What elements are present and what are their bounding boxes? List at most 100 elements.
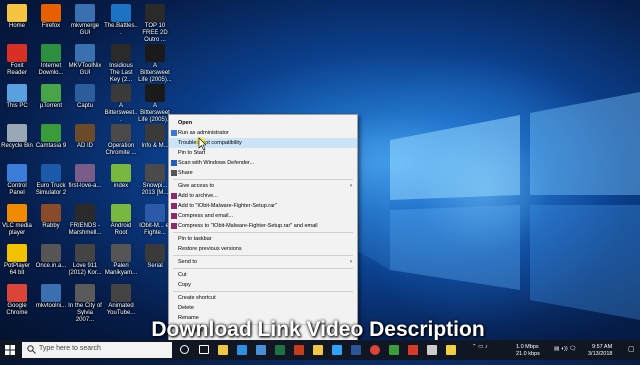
desktop-icon[interactable]: Snowpi... 2013 [M... [138,164,172,197]
folder-icon[interactable] [311,343,325,357]
context-menu-item[interactable]: Compress to "IObit-Malware-Fighter-Setup… [169,221,357,231]
context-menu-item[interactable]: Open [169,118,357,128]
desktop-icon[interactable]: The.Battles... [104,4,138,37]
network-upload-speed: 1.0 Mbps [516,344,539,350]
desktop-icon-label: Paleri Manikyam... [104,263,138,276]
desktop-icon[interactable]: Once.in.a... [34,244,68,270]
context-menu-item-label: Give access to [178,183,215,189]
excel-icon[interactable] [273,343,287,357]
desktop-icon[interactable]: Paleri Manikyam... [104,244,138,277]
desktop-icon[interactable]: µTorrent [34,84,68,110]
desktop-icon-label: Home [8,23,25,29]
desktop-icon[interactable]: Android Root [104,204,138,237]
desktop-icon-label: Captu [76,103,93,109]
task-view-icon[interactable] [197,343,211,357]
context-menu: Open Run as administrator Troubleshoot com… [168,114,358,342]
desktop-shortcut-icon [7,4,27,22]
word-icon[interactable] [349,343,363,357]
photoshop-icon[interactable] [330,343,344,357]
chrome-icon[interactable] [368,343,382,357]
archive-icon [171,203,177,209]
desktop-icon-label: first-love-a... [68,183,102,189]
context-menu-item[interactable]: Delete [169,303,357,313]
desktop-shortcut-icon [75,84,95,102]
context-menu-item[interactable]: Send to › [169,257,357,267]
desktop-icon[interactable]: This PC [0,84,34,110]
mouse-cursor-icon [196,137,206,151]
settings-icon[interactable] [425,343,439,357]
desktop-icon[interactable]: Google Chrome [0,284,34,317]
context-menu-item[interactable]: Cut [169,270,357,280]
desktop-shortcut-icon [75,164,95,182]
desktop-shortcut-icon [111,4,131,22]
tray-status-icons[interactable]: ▤ ◖)) 🗨 [554,346,576,352]
desktop-icon[interactable]: Internet Downlo... [34,44,68,77]
context-menu-item[interactable]: Share [169,168,357,178]
context-menu-item[interactable]: Add to archive... [169,191,357,201]
desktop-icon-label: PotPlayer 64 bit [3,263,30,276]
desktop-icon[interactable]: Control Panel [0,164,34,197]
desktop-icon[interactable]: A Bittersweet... [104,84,138,124]
desktop-icon[interactable]: Love 911 (2012) Kor... [68,244,102,277]
desktop-icon[interactable]: Camtasia 9 [34,124,68,150]
desktop-icon[interactable]: AD ID [68,124,102,150]
context-menu-item-label: Add to archive... [178,193,218,199]
desktop-icon-label: mkvmerge GUI [70,23,99,36]
store-icon[interactable] [254,343,268,357]
desktop-icon[interactable]: Operation Chromite ... [104,124,138,157]
desktop-icon[interactable]: A Bittersweet Life (2005)... [138,44,172,84]
file-explorer-icon[interactable] [216,343,230,357]
desktop-shortcut-icon [7,244,27,262]
desktop-icon[interactable]: In the City of Sylvia 2007... [68,284,102,324]
desktop-icon[interactable]: Rabby [34,204,68,230]
desktop-icon[interactable]: FRIENDS - Marshmell... [68,204,102,237]
desktop-icon[interactable]: Animated YouTube... [104,284,138,317]
desktop-icon[interactable]: Home [0,4,34,30]
desktop-icon[interactable]: TOP 10 FREE 2D Outro ... [138,4,172,44]
clock-date[interactable]: 3/13/2018 [588,351,612,357]
notes-icon[interactable] [444,343,458,357]
desktop-icon-label: Android Root [110,223,132,236]
notification-icon[interactable]: ▢ [628,346,635,353]
desktop-icon[interactable]: Euro Truck Simulator 2 [34,164,68,197]
desktop-icon[interactable]: IObit-M... e-Fighte... [138,204,172,237]
camtasia-icon[interactable] [387,343,401,357]
desktop-icon[interactable]: Foxit Reader [0,44,34,77]
context-menu-item[interactable]: Give access to › [169,181,357,191]
desktop-icon[interactable]: first-love-a... [68,164,102,190]
clock-time[interactable]: 9:57 AM [592,344,612,350]
cortana-icon[interactable] [178,343,192,357]
desktop-icon[interactable]: PotPlayer 64 bit [0,244,34,277]
network-download-speed: 21.0 kbps [516,351,540,357]
context-menu-item[interactable]: Compress and email... [169,211,357,221]
desktop-shortcut-icon [111,284,131,302]
taskbar-search-box[interactable]: Type here to search [22,342,172,358]
desktop-icon[interactable]: VLC media player [0,204,34,237]
tray-icons[interactable]: ⌃ ▭ ♪ [472,344,488,350]
desktop-icon[interactable]: index [104,164,138,190]
powerpoint-icon[interactable] [292,343,306,357]
desktop-icon[interactable]: Recycle Bin [0,124,34,150]
context-menu-item[interactable]: Create shortcut [169,293,357,303]
start-button[interactable] [0,340,20,360]
desktop-icon-label: Snowpi... 2013 [M... [141,183,169,196]
context-menu-item[interactable]: Scan with Windows Defender... [169,158,357,168]
edge-icon[interactable] [235,343,249,357]
desktop-icon[interactable]: Serial [138,244,172,270]
desktop-icon[interactable]: Info & M... [138,124,172,150]
context-menu-item[interactable]: Pin to taskbar [169,234,357,244]
desktop-icon[interactable]: A Bittersweet Life (2005)... [138,84,172,124]
desktop-icon[interactable]: MKVToolNix GUI [68,44,102,77]
context-menu-item[interactable]: Copy [169,280,357,290]
desktop-shortcut-icon [145,164,165,182]
desktop-icon[interactable]: Captu [68,84,102,110]
desktop-icon[interactable]: Insidious The Last Key (2... [104,44,138,84]
adobe-icon[interactable] [406,343,420,357]
desktop-icon[interactable]: Firefox [34,4,68,30]
edge-icon-glyph [237,345,247,355]
desktop-icon-label: Love 911 (2012) Kor... [68,263,102,276]
context-menu-item[interactable]: Add to "IObit-Malware-Fighter-Setup.rar" [169,201,357,211]
context-menu-item[interactable]: Restore previous versions [169,244,357,254]
desktop-icon[interactable]: mkvmerge GUI [68,4,102,37]
desktop-icon[interactable]: mkvtoolni... [34,284,68,310]
